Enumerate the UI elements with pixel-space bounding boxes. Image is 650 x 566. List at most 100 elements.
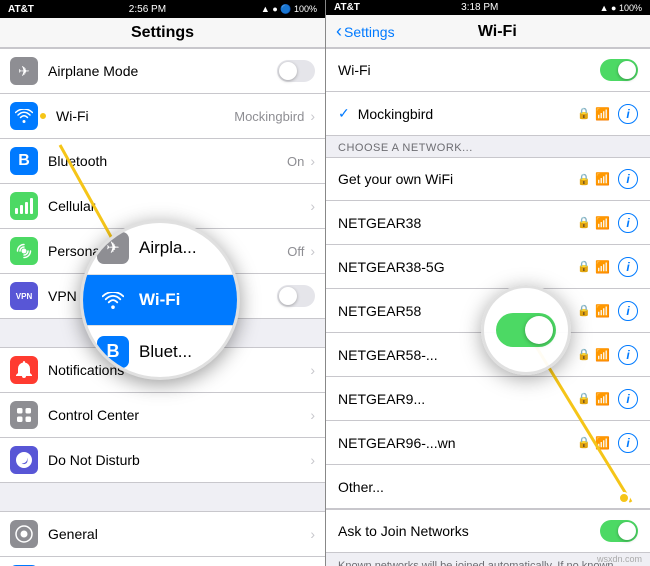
connected-network-row[interactable]: ✓ Mockingbird 🔒 📶 i <box>326 92 650 136</box>
control-icon <box>10 401 38 429</box>
network-row-5[interactable]: NETGEAR9... 🔒 📶 i <box>326 377 650 421</box>
network-name-6: NETGEAR96-...wn <box>338 435 577 451</box>
wifi-main-row[interactable]: Wi-Fi <box>326 48 650 92</box>
network-row-2[interactable]: NETGEAR38-5G 🔒 📶 i <box>326 245 650 289</box>
network-icons-6: 🔒 📶 i <box>577 433 638 453</box>
lock-icon-4: 🔒 <box>577 348 591 361</box>
network-icons-4: 🔒 📶 i <box>577 345 638 365</box>
right-title: Wi-Fi <box>395 23 600 41</box>
bluetooth-chevron: › <box>310 153 315 169</box>
section-header: CHOOSE A NETWORK... <box>326 136 650 157</box>
airplane-toggle[interactable] <box>277 60 315 82</box>
airplane-icon: ✈ <box>10 57 38 85</box>
section-display: General › Dis <box>0 511 325 566</box>
status-bar-left: AT&T 2:56 PM ▲ ● 🔵 100% <box>0 0 325 18</box>
dnd-chevron: › <box>310 452 315 468</box>
wifi-label: Wi-Fi <box>56 108 234 124</box>
network-name-1: NETGEAR38 <box>338 215 577 231</box>
network-icons-5: 🔒 📶 i <box>577 389 638 409</box>
watermark: wsxdn.com <box>597 554 642 564</box>
right-nav-bar: ‹ Settings Wi-Fi <box>326 15 650 48</box>
left-title: Settings <box>131 24 194 41</box>
row-general[interactable]: General › <box>0 511 325 557</box>
magnify-wifi-label: Wi-Fi <box>139 290 180 310</box>
lock-icon-3: 🔒 <box>577 304 591 317</box>
wifi-signal-icon: 📶 <box>595 107 610 121</box>
network-row-1[interactable]: NETGEAR38 🔒 📶 i <box>326 201 650 245</box>
toggle-circle-overlay <box>481 285 571 375</box>
time-left: 2:56 PM <box>129 4 166 15</box>
row-display[interactable]: Display & Brightness › <box>0 557 325 566</box>
vpn-icon: VPN <box>10 282 38 310</box>
lock-icon-1: 🔒 <box>577 216 591 229</box>
ask-join-section[interactable]: Ask to Join Networks <box>326 509 650 553</box>
cellular-label: Cellular <box>48 198 310 214</box>
signal-icon-3: 📶 <box>595 304 610 318</box>
vpn-toggle[interactable] <box>277 285 315 307</box>
signal-icon-5: 📶 <box>595 392 610 406</box>
row-bluetooth[interactable]: B Bluetooth On › <box>0 139 325 184</box>
connected-network-icons: 🔒 📶 i <box>577 104 638 124</box>
ask-join-toggle[interactable] <box>600 520 638 542</box>
info-btn-5[interactable]: i <box>618 389 638 409</box>
hotspot-value: Off <box>287 244 304 259</box>
magnify-item-wifi: Wi-Fi <box>83 275 237 327</box>
row-airplane[interactable]: ✈ Airplane Mode <box>0 48 325 94</box>
lock-icon-2: 🔒 <box>577 260 591 273</box>
general-icon <box>10 520 38 548</box>
info-btn-2[interactable]: i <box>618 257 638 277</box>
notifications-chevron: › <box>310 362 315 378</box>
right-panel: AT&T 3:18 PM ▲ ● 100% ‹ Settings Wi-Fi W… <box>325 0 650 566</box>
wifi-yellow-dot <box>38 111 48 121</box>
signal-icon-6: 📶 <box>595 436 610 450</box>
dnd-icon <box>10 446 38 474</box>
network-row-other[interactable]: Other... <box>326 465 650 509</box>
row-wifi[interactable]: Wi-Fi Mockingbird › <box>0 94 325 139</box>
status-icons-left: ▲ ● 🔵 100% <box>261 4 317 15</box>
info-btn-6[interactable]: i <box>618 433 638 453</box>
network-row-6[interactable]: NETGEAR96-...wn 🔒 📶 i <box>326 421 650 465</box>
network-icons-1: 🔒 📶 i <box>577 213 638 233</box>
wifi-chevron: › <box>310 108 315 124</box>
hotspot-icon <box>10 237 38 265</box>
separator-2 <box>0 483 325 511</box>
info-btn-3[interactable]: i <box>618 301 638 321</box>
wifi-main-toggle[interactable] <box>600 59 638 81</box>
info-btn-0[interactable]: i <box>618 169 638 189</box>
cellular-icon <box>10 192 38 220</box>
dnd-label: Do Not Disturb <box>48 452 310 468</box>
back-button[interactable]: ‹ Settings <box>336 21 395 42</box>
lock-icon-6: 🔒 <box>577 436 591 449</box>
magnify-overlay: ✈ Airpla... Wi-Fi B Bluet... <box>80 220 240 380</box>
network-name-5: NETGEAR9... <box>338 391 577 407</box>
back-label: Settings <box>344 24 395 40</box>
notifications-icon <box>10 356 38 384</box>
carrier-right: AT&T <box>334 2 360 13</box>
signal-icon-2: 📶 <box>595 260 610 274</box>
lock-icon-5: 🔒 <box>577 392 591 405</box>
general-chevron: › <box>310 526 315 542</box>
network-name-0: Get your own WiFi <box>338 171 577 187</box>
magnify-airplane-label: Airpla... <box>139 238 197 258</box>
info-btn-4[interactable]: i <box>618 345 638 365</box>
network-icons-3: 🔒 📶 i <box>577 301 638 321</box>
wifi-value: Mockingbird <box>234 109 304 124</box>
general-label: General <box>48 526 310 542</box>
bluetooth-icon: B <box>10 147 38 175</box>
lock-icon-0: 🔒 <box>577 173 591 186</box>
network-name-2: NETGEAR38-5G <box>338 259 577 275</box>
row-control[interactable]: Control Center › <box>0 393 325 438</box>
network-row-0[interactable]: Get your own WiFi 🔒 📶 i <box>326 157 650 201</box>
connected-network-name: Mockingbird <box>358 106 578 122</box>
info-btn-1[interactable]: i <box>618 213 638 233</box>
signal-icon-4: 📶 <box>595 348 610 362</box>
control-label: Control Center <box>48 407 310 423</box>
row-dnd[interactable]: Do Not Disturb › <box>0 438 325 483</box>
info-button[interactable]: i <box>618 104 638 124</box>
status-bar-right: AT&T 3:18 PM ▲ ● 100% <box>326 0 650 15</box>
yellow-dot-right <box>618 492 630 504</box>
carrier-left: AT&T <box>8 4 34 15</box>
big-toggle[interactable] <box>496 313 556 347</box>
signal-icon-0: 📶 <box>595 172 610 186</box>
ask-join-label: Ask to Join Networks <box>338 523 600 539</box>
